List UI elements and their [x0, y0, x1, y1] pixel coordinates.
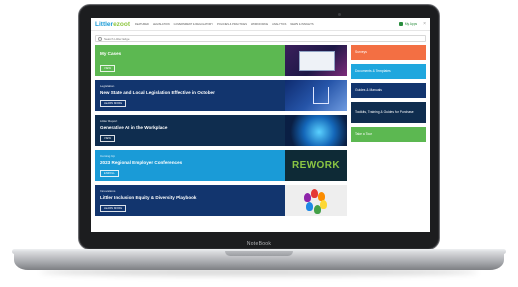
card-title: New State and Local Legislation Effectiv… — [100, 90, 215, 95]
card-learn-more-button[interactable]: Learn More — [100, 100, 127, 107]
card-kicker: Littler Report — [100, 119, 118, 123]
card-image-rework: REWORK — [285, 150, 347, 181]
apps-icon — [398, 22, 403, 26]
card-image-hands-circle — [285, 185, 347, 216]
card-legislation[interactable]: Legislation New State and Local Legislat… — [95, 80, 347, 111]
tile-documents-templates[interactable]: Documents & Templates — [351, 64, 426, 79]
card-view-button[interactable]: View — [100, 65, 116, 72]
search-input[interactable] — [103, 36, 423, 41]
tile-label: Surveys — [355, 49, 367, 54]
top-bar: Littlerezoot Featured Legislation Govern… — [91, 18, 430, 31]
close-icon[interactable]: × — [423, 21, 426, 27]
card-generative-ai[interactable]: Littler Report Generative AI in the Work… — [95, 115, 347, 146]
laptop-brand-label: NoteBook — [246, 241, 272, 247]
main-nav: Featured Legislation Government & Regula… — [135, 23, 399, 26]
hand-shape — [304, 193, 311, 202]
tile-surveys[interactable]: Surveys — [351, 45, 426, 60]
card-image-dashboard — [285, 45, 347, 76]
nav-item-legislation[interactable]: Legislation — [153, 23, 170, 26]
hand-shape — [314, 205, 321, 214]
card-view-button[interactable]: View — [100, 135, 116, 142]
search-bar[interactable] — [95, 35, 426, 42]
quick-links: Surveys Documents & Templates Guides & M… — [351, 45, 426, 216]
nav-item-workforce[interactable]: Workforce — [251, 23, 268, 26]
card-title: Generative AI in the Workplace — [100, 125, 168, 130]
card-diversity-playbook[interactable]: Innovations Littler Inclusion Equity & D… — [95, 185, 347, 216]
tile-toolkits-training[interactable]: Toolkits, Training & Guides for Purchase — [351, 102, 426, 123]
tile-label: Guides & Manuals — [355, 87, 382, 92]
hand-shape — [320, 200, 327, 209]
card-text: My Cases View — [95, 45, 285, 76]
card-kicker: Innovations — [100, 189, 116, 193]
card-text: Innovations Littler Inclusion Equity & D… — [95, 185, 285, 216]
tile-label: Take a Tour — [355, 131, 372, 136]
card-enroll-button[interactable]: Enroll — [100, 170, 119, 177]
laptop-mockup: NoteBook Littlerezoot Featured Legislati… — [0, 0, 518, 287]
card-text: Littler Report Generative AI in the Work… — [95, 115, 285, 146]
nav-item-policies[interactable]: Policies & Practices — [217, 23, 247, 26]
card-learn-more-button[interactable]: Learn More — [100, 205, 127, 212]
laptop-screen: Littlerezoot Featured Legislation Govern… — [91, 18, 430, 232]
tile-guides-manuals[interactable]: Guides & Manuals — [351, 83, 426, 98]
nav-item-analytics[interactable]: Analytics — [272, 23, 286, 26]
tile-label: Documents & Templates — [355, 68, 391, 73]
card-text: Legislation New State and Local Legislat… — [95, 80, 285, 111]
card-title: Littler Inclusion Equity & Diversity Pla… — [100, 195, 197, 200]
card-image-ai-globe — [285, 115, 347, 146]
webcam-icon — [338, 13, 341, 16]
my-apps-button[interactable]: My Apps — [398, 22, 418, 26]
hand-shape — [306, 202, 313, 211]
content-area: My Cases View Legislation New State and … — [91, 45, 430, 216]
search-icon — [98, 36, 102, 41]
logo-accent-text: ezoot — [113, 20, 131, 28]
hand-shape — [311, 189, 318, 198]
logo-main-text: Littler — [95, 20, 114, 28]
my-apps-label: My Apps — [404, 22, 418, 26]
card-title: 2023 Regional Employer Conferences — [100, 160, 183, 165]
feature-cards: My Cases View Legislation New State and … — [95, 45, 347, 216]
card-kicker: Legislation — [100, 84, 115, 88]
laptop-hinge-notch — [225, 251, 293, 256]
card-my-cases[interactable]: My Cases View — [95, 45, 347, 76]
nav-item-government[interactable]: Government & Regulatory — [174, 23, 213, 26]
site-logo[interactable]: Littlerezoot — [95, 21, 130, 28]
nav-item-featured[interactable]: Featured — [135, 23, 149, 26]
nav-item-news[interactable]: News & Insights — [290, 23, 313, 26]
tile-take-a-tour[interactable]: Take a Tour — [351, 127, 426, 142]
card-kicker: Coming Up — [100, 154, 116, 158]
tile-label: Toolkits, Training & Guides for Purchase — [355, 109, 414, 114]
rework-logo: REWORK — [292, 160, 340, 171]
card-title: My Cases — [100, 51, 122, 56]
card-image-scales — [285, 80, 347, 111]
card-conferences[interactable]: Coming Up 2023 Regional Employer Confere… — [95, 150, 347, 181]
card-text: Coming Up 2023 Regional Employer Confere… — [95, 150, 285, 181]
